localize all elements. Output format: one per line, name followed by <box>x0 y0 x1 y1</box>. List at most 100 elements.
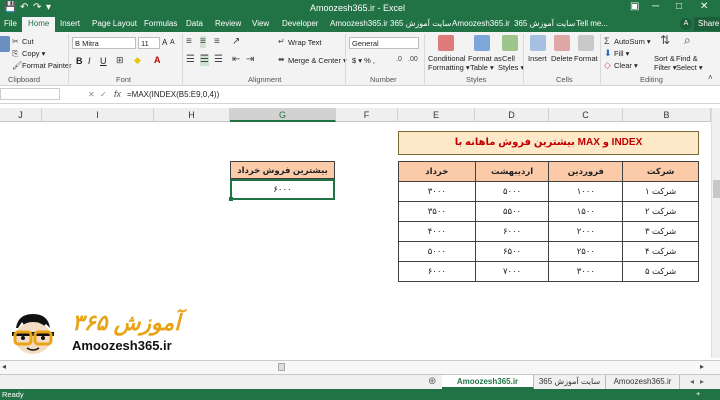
shrink-font-button[interactable]: A <box>170 39 175 46</box>
decrease-decimal-icon[interactable]: .00 <box>408 54 418 66</box>
font-size-select[interactable]: 11 <box>138 37 160 49</box>
borders-icon[interactable]: ⊞ <box>116 54 124 66</box>
name-box[interactable] <box>0 88 60 100</box>
table-cell[interactable]: شرکت ۲ <box>622 201 699 222</box>
customize-qat-icon[interactable]: ▾ <box>46 2 51 14</box>
cancel-formula-icon[interactable]: ✕ <box>88 89 95 101</box>
cut-button[interactable]: Cut <box>22 37 34 46</box>
cell-styles-button[interactable]: Cell <box>502 54 515 63</box>
formula-input[interactable]: =MAX(INDEX(B5:E9,0,4)) <box>127 90 219 99</box>
scroll-left-icon[interactable]: ◂ <box>2 361 6 373</box>
header-cell-ordibehesht[interactable]: اردیبهشت <box>474 161 550 182</box>
cut-icon[interactable]: ✂ <box>12 36 19 48</box>
align-top-icon[interactable]: ≡ <box>186 36 192 48</box>
format-painter-icon[interactable]: 🖌 <box>12 60 22 72</box>
tab-view[interactable]: View <box>252 19 269 28</box>
column-header-h[interactable]: H <box>154 108 230 122</box>
orientation-icon[interactable]: ↗ <box>232 36 240 48</box>
table-cell[interactable]: ۶۰۰۰ <box>398 261 476 282</box>
clear-icon[interactable]: ◇ <box>604 59 611 71</box>
close-icon[interactable]: ✕ <box>700 1 708 12</box>
number-format-select[interactable]: General <box>349 37 419 49</box>
column-header-j[interactable]: J <box>0 108 42 122</box>
delete-cells-button[interactable]: Delete <box>551 54 573 63</box>
currency-percent-comma-buttons[interactable]: $ ▾ % , <box>352 56 375 65</box>
insert-function-icon[interactable]: fx <box>114 89 121 99</box>
wrap-text-button[interactable]: Wrap Text <box>288 38 322 47</box>
find-select-icon[interactable]: ⌕ <box>684 34 691 46</box>
table-cell[interactable]: ۴۰۰۰ <box>398 221 476 242</box>
find-select-button[interactable]: Find & <box>676 54 698 63</box>
horizontal-scroll-thumb[interactable] <box>278 363 285 371</box>
fill-color-icon[interactable]: ◆ <box>134 54 141 66</box>
align-middle-icon[interactable]: ≡ <box>200 36 206 48</box>
table-cell[interactable]: ۲۰۰۰ <box>548 221 624 242</box>
cell-styles-icon[interactable] <box>502 35 518 51</box>
minimize-icon[interactable]: ─ <box>652 1 659 12</box>
table-cell[interactable]: ۵۰۰۰ <box>398 241 476 262</box>
align-left-icon[interactable]: ☰ <box>186 54 195 66</box>
align-right-icon[interactable]: ☰ <box>214 54 223 66</box>
ribbon-display-options-icon[interactable]: ▣ <box>630 1 639 12</box>
font-name-select[interactable]: B Mitra <box>72 37 136 49</box>
font-color-button[interactable]: A <box>154 55 161 65</box>
fill-handle[interactable] <box>229 197 233 201</box>
undo-icon[interactable]: ↶ <box>20 2 28 14</box>
fill-button[interactable]: Fill ▾ <box>614 49 629 58</box>
delete-cells-icon[interactable] <box>554 35 570 51</box>
table-cell[interactable]: شرکت ۵ <box>622 261 699 282</box>
table-cell[interactable]: ۱۰۰۰ <box>548 181 624 202</box>
column-header-e[interactable]: E <box>398 108 475 122</box>
tab-review[interactable]: Review <box>215 19 241 28</box>
bold-button[interactable]: B <box>76 56 83 66</box>
paste-icon[interactable] <box>0 36 10 52</box>
tab-scroll-left-icon[interactable]: ◂ <box>690 376 694 388</box>
maximize-icon[interactable]: □ <box>676 1 682 12</box>
sheet-title-banner[interactable]: بیشترین فروش ماهانه با MAX و INDEX <box>398 131 699 155</box>
tab-developer[interactable]: Developer <box>282 19 318 28</box>
tab-amoozesh-1[interactable]: Amoozesh365.ir <box>330 19 388 28</box>
enter-formula-icon[interactable]: ✓ <box>100 89 107 101</box>
table-cell[interactable]: ۱۵۰۰ <box>548 201 624 222</box>
wrap-text-icon[interactable]: ↵ <box>278 36 285 48</box>
column-header-b[interactable]: B <box>623 108 711 122</box>
format-as-table-button[interactable]: Format as <box>468 54 502 63</box>
table-cell[interactable]: شرکت ۳ <box>622 221 699 242</box>
table-cell[interactable]: شرکت ۴ <box>622 241 699 262</box>
sort-filter-button-line2[interactable]: Filter ▾ <box>654 63 677 72</box>
merge-center-icon[interactable]: ⬌ <box>278 54 285 66</box>
align-center-icon[interactable]: ☰ <box>200 54 209 66</box>
conditional-formatting-button[interactable]: Conditional <box>428 54 466 63</box>
column-header-i[interactable]: I <box>42 108 154 122</box>
table-cell[interactable]: ۵۰۰۰ <box>474 181 550 202</box>
table-cell[interactable]: ۵۵۰۰ <box>474 201 550 222</box>
tab-insert[interactable]: Insert <box>60 19 80 28</box>
insert-cells-button[interactable]: Insert <box>528 54 547 63</box>
header-cell-khordad[interactable]: خرداد <box>398 161 476 182</box>
tab-file[interactable]: File <box>4 19 17 28</box>
header-cell-company[interactable]: شرکت <box>622 161 699 182</box>
sort-filter-button[interactable]: Sort & <box>654 54 675 63</box>
vertical-scrollbar[interactable] <box>711 108 720 358</box>
tab-home[interactable]: Home <box>22 17 56 32</box>
tab-site-2[interactable]: سایت آموزش 365 <box>514 19 575 28</box>
tab-scroll-right-icon[interactable]: ▸ <box>700 376 704 388</box>
copy-icon[interactable]: ⎘ <box>12 48 18 60</box>
sheet-tab-amoozesh-active[interactable]: Amoozesh365.ir <box>442 375 534 389</box>
table-cell[interactable]: ۳۵۰۰ <box>398 201 476 222</box>
sheet-tab-amoozesh[interactable]: Amoozesh365.ir <box>606 375 680 389</box>
underline-button[interactable]: U <box>100 56 107 66</box>
redo-icon[interactable]: ↷ <box>33 2 41 14</box>
scroll-right-icon[interactable]: ▸ <box>700 361 704 373</box>
result-value-cell[interactable]: ۶۰۰۰ <box>230 179 335 200</box>
column-header-c[interactable]: C <box>549 108 623 122</box>
insert-cells-icon[interactable] <box>530 35 546 51</box>
vertical-scroll-thumb[interactable] <box>713 180 720 198</box>
table-cell[interactable]: شرکت ۱ <box>622 181 699 202</box>
tab-data[interactable]: Data <box>186 19 203 28</box>
cell-styles-button-line2[interactable]: Styles ▾ <box>498 63 524 72</box>
table-cell[interactable]: ۳۰۰۰ <box>548 261 624 282</box>
format-as-table-icon[interactable] <box>474 35 490 51</box>
table-cell[interactable]: ۶۰۰۰ <box>474 221 550 242</box>
grow-font-button[interactable]: A <box>162 38 167 47</box>
